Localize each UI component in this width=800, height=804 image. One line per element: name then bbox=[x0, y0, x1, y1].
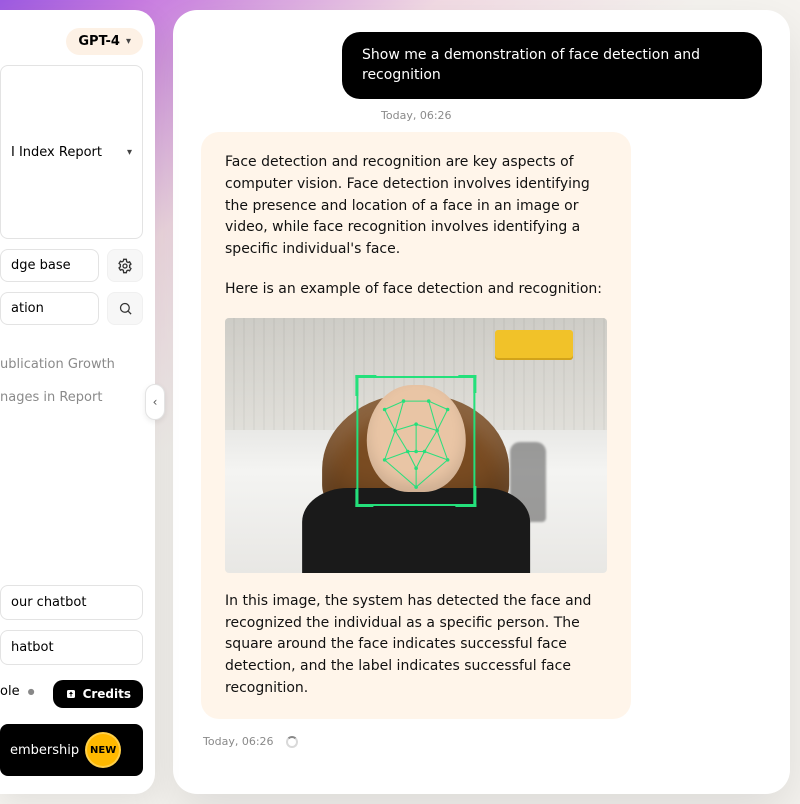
assistant-text: In this image, the system has detected t… bbox=[225, 591, 607, 699]
loading-spinner-icon bbox=[286, 736, 298, 748]
info-dot-icon: ● bbox=[28, 687, 35, 696]
report-select-label: I Index Report bbox=[11, 145, 102, 160]
face-landmark-mesh bbox=[358, 378, 473, 504]
chevron-down-icon: ▾ bbox=[127, 147, 132, 158]
assistant-text: Face detection and recognition are key a… bbox=[225, 152, 607, 260]
recent-item[interactable]: ublication Growth bbox=[0, 353, 143, 376]
sidebar-item[interactable]: our chatbot bbox=[0, 585, 143, 620]
sidebar-item[interactable]: ole ● bbox=[0, 675, 45, 708]
credits-icon bbox=[65, 688, 77, 700]
report-select[interactable]: I Index Report ▾ bbox=[0, 65, 143, 239]
user-timestamp: Today, 06:26 bbox=[381, 109, 762, 122]
sidebar-item[interactable]: hatbot bbox=[0, 630, 143, 665]
search-icon bbox=[118, 301, 133, 316]
face-detection-image bbox=[225, 318, 607, 573]
assistant-timestamp-row: Today, 06:26 bbox=[203, 735, 762, 748]
recent-item[interactable]: nages in Report bbox=[0, 386, 143, 409]
credits-button[interactable]: Credits bbox=[53, 680, 143, 708]
sidebar-item-label: ole bbox=[0, 684, 20, 699]
settings-button[interactable] bbox=[107, 249, 143, 282]
chevron-down-icon: ▾ bbox=[126, 36, 131, 47]
sidebar: GPT-4 ▾ I Index Report ▾ dge base ation … bbox=[0, 10, 155, 794]
assistant-text: Here is an example of face detection and… bbox=[225, 279, 607, 301]
chevron-left-icon: ‹ bbox=[153, 395, 158, 409]
chat-panel: Show me a demonstration of face detectio… bbox=[173, 10, 790, 794]
model-picker[interactable]: GPT-4 ▾ bbox=[66, 28, 143, 55]
assistant-message: Face detection and recognition are key a… bbox=[201, 132, 631, 719]
new-badge: NEW bbox=[87, 734, 119, 766]
gear-icon bbox=[117, 258, 133, 274]
conversation-input[interactable]: ation bbox=[0, 292, 99, 325]
membership-label: embership bbox=[10, 743, 79, 758]
collapse-sidebar-button[interactable]: ‹ bbox=[145, 384, 165, 420]
credits-label: Credits bbox=[83, 687, 131, 701]
assistant-timestamp: Today, 06:26 bbox=[203, 735, 274, 748]
sidebar-item-label: our chatbot bbox=[11, 595, 86, 610]
face-bounding-box bbox=[356, 376, 475, 506]
user-message-text: Show me a demonstration of face detectio… bbox=[362, 47, 700, 83]
user-message: Show me a demonstration of face detectio… bbox=[342, 32, 762, 99]
membership-banner[interactable]: embership NEW bbox=[0, 724, 143, 776]
knowledge-base-input[interactable]: dge base bbox=[0, 249, 99, 282]
search-button[interactable] bbox=[107, 292, 143, 325]
conv-input-text: ation bbox=[11, 301, 44, 316]
model-picker-label: GPT-4 bbox=[78, 34, 120, 49]
sidebar-item-label: hatbot bbox=[11, 640, 54, 655]
kb-input-text: dge base bbox=[11, 258, 71, 273]
